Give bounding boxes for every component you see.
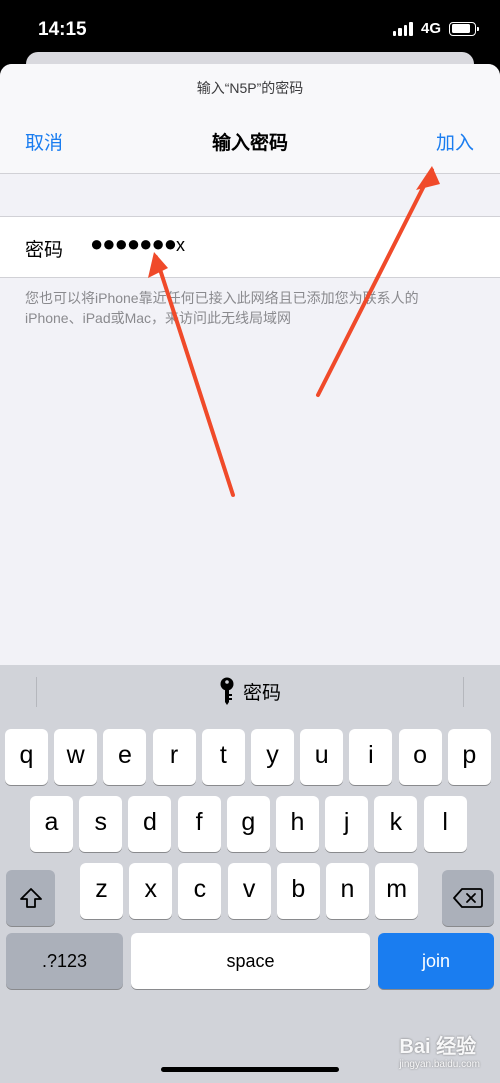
suggestion-bar: 密码 [0,665,500,719]
key-label: v [242,874,256,903]
home-indicator [161,1067,339,1072]
key-label: s [94,807,107,836]
key-label: e [117,740,132,769]
key-label: k [389,807,403,836]
key-q[interactable]: q [5,729,48,785]
key-label: r [169,740,179,769]
key-label: f [195,807,203,836]
key-label: q [19,740,34,769]
key-m[interactable]: m [375,863,419,919]
key-v[interactable]: v [227,863,271,919]
key-label: z [95,874,108,903]
key-label: c [193,874,207,903]
key-u[interactable]: u [300,729,344,785]
key-e[interactable]: e [103,729,147,785]
space-key[interactable]: space [131,933,370,989]
key-b[interactable]: b [276,863,320,919]
numbers-key[interactable]: .?123 [6,933,123,989]
key-w[interactable]: w [54,729,98,785]
key-d[interactable]: d [128,796,172,852]
key-label: l [442,807,448,836]
join-key[interactable]: join [378,933,494,989]
password-dots: ●●●●●●● [90,231,177,256]
key-label: h [290,807,305,836]
shift-key[interactable] [6,870,55,926]
password-last-char: x [176,235,186,255]
suggestion-label: 密码 [242,682,281,704]
nav-bar: 输入“N5P”的密码 取消 输入密码 加入 [0,64,500,174]
key-x[interactable]: x [129,863,173,919]
key-label: m [386,874,408,903]
key-label: w [66,740,85,769]
key-h[interactable]: h [276,796,319,852]
key-label: i [368,740,374,769]
key-label: n [340,874,355,903]
suggestion-divider [463,677,464,707]
password-input[interactable]: ●●●●●●●x [90,231,185,257]
key-t[interactable]: t [201,729,245,785]
key-z[interactable]: z [80,863,123,919]
network-prompt: 输入“N5P”的密码 [196,80,304,96]
page-title: 输入密码 [211,133,288,154]
key-f[interactable]: f [177,796,221,852]
key-label: t [219,740,227,769]
watermark-brand: Bai 经验 [399,1036,477,1058]
key-label: d [142,807,157,836]
shift-icon [19,888,42,908]
watermark-site: jingyan.baidu.com [399,1059,480,1070]
key-p[interactable]: p [447,729,491,785]
delete-key[interactable] [442,870,494,926]
key-label: u [314,740,329,769]
status-time: 14:15 [38,19,87,40]
keyboard: 密码 q w e r t y u i o p a s d f g h j k l z x c v b n m .?123 sp… [0,665,500,1083]
key-label: j [343,807,350,836]
battery-icon [449,21,479,36]
key-l[interactable]: l [423,796,467,852]
key-label: g [241,807,256,836]
hint-text: 您也可以将iPhone靠近任何已接入此网络且已添加您为联系人的iPhone、iP… [25,290,419,326]
password-row[interactable]: 密码 ●●●●●●●x [0,216,500,278]
key-label: p [462,740,477,769]
key-label: b [291,874,306,903]
key-label: a [44,807,59,836]
key-s[interactable]: s [79,796,123,852]
key-a[interactable]: a [30,796,73,852]
key-label: y [266,740,279,769]
signal-icon [392,21,413,36]
key-j[interactable]: j [325,796,369,852]
password-suggestion[interactable]: 密码 [0,677,500,705]
delete-icon [453,888,483,908]
key-o[interactable]: o [398,729,442,785]
watermark: Bai 经验 jingyan.baidu.com [399,1030,480,1070]
join-button[interactable]: 加入 [436,128,474,155]
key-label: o [413,740,428,769]
key-icon [220,677,234,705]
network-type: 4G [420,20,441,37]
key-k[interactable]: k [374,796,418,852]
key-i[interactable]: i [349,729,393,785]
cancel-button[interactable]: 取消 [25,128,63,155]
battery-level [451,24,471,33]
key-g[interactable]: g [226,796,270,852]
status-indicators: 4G [392,20,479,37]
key-r[interactable]: r [152,729,196,785]
key-c[interactable]: c [178,863,222,919]
password-label: 密码 [25,240,64,261]
key-n[interactable]: n [326,863,369,919]
key-label: x [144,874,157,903]
key-y[interactable]: y [251,729,294,785]
